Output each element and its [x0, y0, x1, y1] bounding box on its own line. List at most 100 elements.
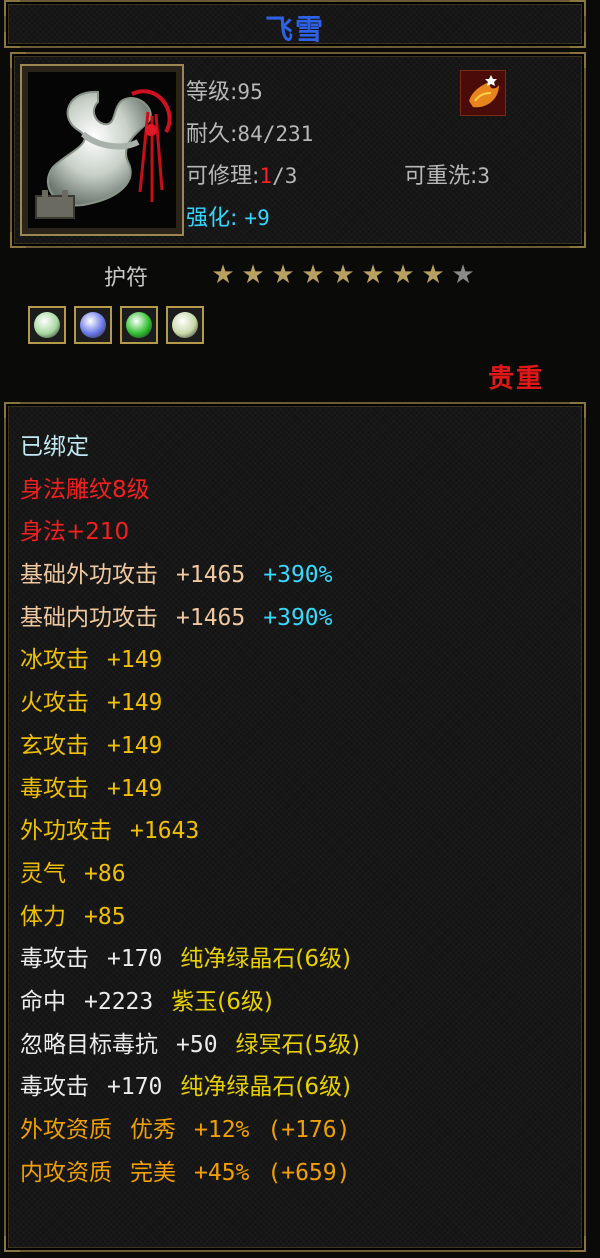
attribute-line: 身法雕纹8级 [20, 469, 360, 512]
attribute-list: 已绑定 身法雕纹8级 身法+210 基础外功攻击 +1465 +390% 基础内功攻击 +14… [20, 426, 360, 1194]
amulet-section: 护符 ★ ★ ★ ★ ★ ★ ★ ★ ★ 贵重 [0, 248, 600, 398]
attribute-line: 内攻资质 完美 +45% (+659) [20, 1152, 360, 1195]
attribute-line: 命中 +2223 紫玉(6级) [20, 981, 360, 1024]
pale-gem-icon [172, 312, 198, 338]
durability-stat: 耐久:84/231 [186, 116, 313, 148]
level-value: 95 [237, 80, 263, 104]
repair-current: 1 [259, 164, 273, 188]
attribute-line: 火攻击 +149 [20, 682, 360, 725]
attribute-segment: 冰攻击 [20, 647, 89, 674]
durability-label: 耐久: [186, 122, 238, 147]
attribute-segment: 体力 [20, 903, 66, 930]
item-info-panel: 等级:95 耐久:84/231 可修理:1/3 可重洗:3 强化: +9 [10, 52, 586, 248]
attribute-segment: +50 [176, 1031, 218, 1058]
star-filled-icon: ★ [421, 260, 445, 290]
attribute-segment: 身法+210 [20, 519, 130, 546]
attribute-segment: +86 [84, 860, 126, 887]
star-empty-icon: ★ [451, 260, 475, 290]
gem-socket-2[interactable] [74, 306, 112, 344]
star-filled-icon: ★ [361, 260, 385, 290]
attribute-line: 体力 +85 [20, 896, 360, 939]
attribute-segment: 基础内功攻击 [20, 604, 158, 631]
gem-socket-3[interactable] [120, 306, 158, 344]
attribute-segment: 忽略目标毒抗 [20, 1031, 158, 1058]
pale-gem-icon [34, 312, 60, 338]
attribute-segment: +45% [194, 1159, 250, 1186]
attribute-line: 忽略目标毒抗 +50 绿冥石(5级) [20, 1024, 360, 1067]
quality-label: 贵重 [488, 364, 545, 394]
attribute-line: 毒攻击 +170 纯净绿晶石(6级) [20, 938, 360, 981]
enhance-stat: 强化: +9 [186, 200, 270, 232]
star-filled-icon: ★ [391, 260, 415, 290]
attribute-line: 已绑定 [20, 426, 360, 469]
phoenix-badge-icon[interactable] [460, 70, 506, 116]
attribute-segment: 灵气 [20, 860, 66, 887]
star-filled-icon: ★ [301, 260, 325, 290]
attribute-segment: 外攻资质 [20, 1117, 112, 1143]
repair-label: 可修理: [186, 164, 260, 189]
attribute-gem-name: 纯净绿晶石(6级) [180, 1074, 351, 1101]
item-type-label: 护符 [104, 266, 149, 291]
attribute-segment: 毒攻击 [20, 1074, 89, 1101]
attribute-gem-name: 紫玉(6级) [171, 988, 273, 1015]
attribute-segment: 内攻资质 [20, 1159, 112, 1186]
attribute-panel: 已绑定 身法雕纹8级 身法+210 基础外功攻击 +1465 +390% 基础内功攻击 +14… [4, 402, 586, 1252]
attribute-segment: +149 [107, 690, 163, 717]
rewash-stat: 可重洗:3 [404, 158, 490, 190]
attribute-gem-name: 纯净绿晶石(6级) [180, 946, 351, 973]
attribute-segment: +149 [107, 775, 163, 802]
level-label: 等级: [186, 80, 238, 105]
attribute-line: 玄攻击 +149 [20, 725, 360, 768]
star-filled-icon: ★ [271, 260, 295, 290]
attribute-line: 外攻资质 优秀 +12% (+176) [20, 1109, 360, 1152]
attribute-segment: 玄攻击 [20, 732, 89, 759]
level-stat: 等级:95 [186, 74, 263, 106]
gem-socket-4[interactable] [166, 306, 204, 344]
gem-socket-1[interactable] [28, 306, 66, 344]
attribute-segment: 基础外功攻击 [20, 562, 158, 589]
attribute-bonus-percent: +390% [263, 604, 333, 631]
attribute-segment: +1643 [130, 818, 200, 845]
repair-stat: 可修理:1/3 [186, 158, 297, 190]
attribute-segment: 毒攻击 [20, 775, 89, 802]
item-title: 飞雪 [264, 13, 325, 46]
star-rating: ★ ★ ★ ★ ★ ★ ★ ★ ★ [210, 262, 476, 288]
title-bar: 飞雪 [4, 0, 586, 48]
rewash-value: 3 [477, 164, 491, 188]
attribute-segment: 已绑定 [20, 434, 89, 460]
green-gem-icon [126, 312, 152, 338]
attribute-segment: (+176) [267, 1117, 351, 1143]
attribute-segment: 毒攻击 [20, 946, 89, 973]
attribute-bonus-percent: +390% [263, 562, 333, 589]
attribute-segment: +149 [107, 732, 163, 759]
attribute-line: 身法+210 [20, 511, 360, 554]
star-filled-icon: ★ [331, 260, 355, 290]
rewash-label: 可重洗: [404, 164, 478, 189]
attribute-segment: +2223 [84, 988, 154, 1015]
repair-max: /3 [272, 164, 298, 188]
attribute-line: 毒攻击 +170 纯净绿晶石(6级) [20, 1066, 360, 1109]
attribute-line: 毒攻击 +149 [20, 768, 360, 811]
attribute-segment: +12% [194, 1117, 250, 1143]
enhance-label: 强化: [186, 206, 238, 231]
attribute-segment: 火攻击 [20, 690, 89, 717]
attribute-segment: +1465 [176, 604, 246, 631]
star-filled-icon: ★ [241, 260, 265, 290]
attribute-line: 冰攻击 +149 [20, 639, 360, 682]
durability-value: 84/231 [237, 122, 314, 146]
attribute-line: 基础外功攻击 +1465 +390% [20, 554, 360, 597]
item-icon-frame[interactable] [20, 64, 184, 236]
attribute-line: 基础内功攻击 +1465 +390% [20, 597, 360, 640]
attribute-line: 灵气 +86 [20, 853, 360, 896]
attribute-segment: 身法雕纹8级 [20, 476, 150, 503]
attribute-segment: +170 [107, 1074, 163, 1101]
attribute-segment: +85 [84, 903, 126, 930]
attribute-gem-name: 绿冥石(5级) [235, 1031, 361, 1058]
attribute-segment: 完美 [130, 1159, 176, 1186]
amulet-item-icon [28, 72, 176, 228]
attribute-segment: +170 [107, 946, 163, 973]
attribute-segment: +149 [107, 647, 163, 674]
blue-gem-icon [80, 312, 106, 338]
attribute-segment: (+659) [267, 1159, 351, 1186]
gem-sockets [28, 306, 204, 344]
